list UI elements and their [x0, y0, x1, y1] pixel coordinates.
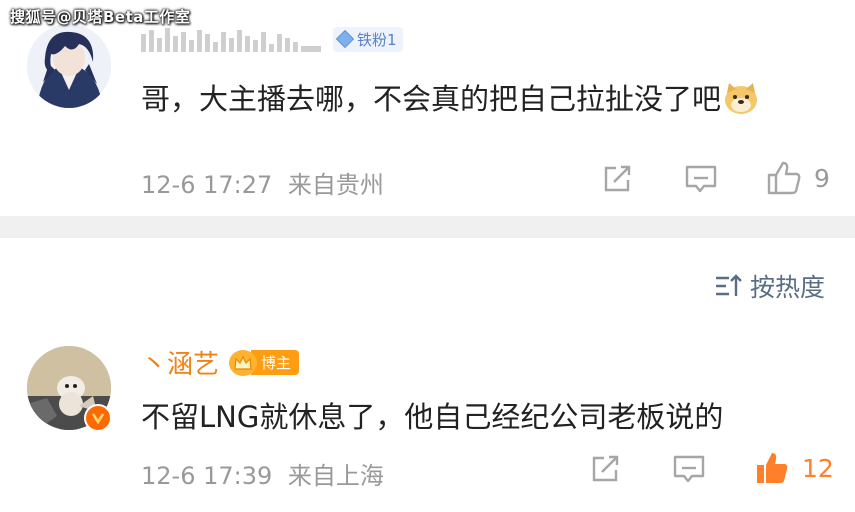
- doge-emoji-icon: [723, 81, 759, 122]
- share-button[interactable]: [602, 164, 634, 194]
- username-row: 丶涵艺 博主: [141, 344, 300, 381]
- username-row: 铁粉1: [141, 26, 403, 52]
- reply-button[interactable]: [684, 164, 718, 194]
- fan-badge[interactable]: 铁粉1: [333, 26, 403, 52]
- watermark: 搜狐号@贝塔Beta工作室: [10, 8, 191, 26]
- comment-item: 丶涵艺 博主 不留LNG就休息了，他自己经纪公司老板说的 12-6 17:39 …: [0, 330, 855, 512]
- verified-badge: [84, 404, 112, 432]
- blogger-badge-label: 博主: [251, 350, 300, 375]
- comment-item: 铁粉1 哥，大主播去哪，不会真的把自己拉扯没了吧 12-6 17:27 来自贵州: [0, 0, 855, 216]
- sort-button[interactable]: 按热度: [714, 268, 825, 304]
- like-button[interactable]: 9: [766, 160, 830, 196]
- comment-time: 12-6 17:39: [141, 462, 273, 490]
- reply-button[interactable]: [672, 454, 706, 484]
- share-icon: [604, 165, 631, 192]
- blogger-badge[interactable]: 博主: [229, 349, 300, 376]
- comment-icon: [685, 165, 717, 193]
- like-count: 12: [802, 453, 834, 483]
- crown-icon: [229, 349, 258, 376]
- share-button[interactable]: [590, 454, 622, 484]
- sort-icon: [715, 274, 742, 296]
- sort-label: 按热度: [749, 273, 825, 302]
- avatar[interactable]: [27, 24, 111, 108]
- comment-text: 哥，大主播去哪，不会真的把自己拉扯没了吧: [141, 76, 759, 122]
- thumbs-up-filled-icon: [757, 453, 788, 483]
- comment-text: 不留LNG就休息了，他自己经纪公司老板说的: [141, 400, 724, 434]
- diamond-icon: [335, 29, 355, 49]
- fan-badge-label: 铁粉1: [357, 30, 397, 49]
- comment-meta: 12-6 17:39 来自上海: [141, 456, 384, 491]
- username[interactable]: 丶涵艺: [141, 344, 219, 381]
- section-divider: [0, 216, 855, 238]
- comment-time: 12-6 17:27: [141, 171, 273, 199]
- like-button[interactable]: 12: [754, 450, 834, 486]
- comment-location: 来自上海: [287, 462, 384, 490]
- thumbs-up-icon: [767, 161, 801, 195]
- share-icon: [592, 455, 619, 482]
- blurred-username[interactable]: [141, 26, 321, 52]
- comment-meta: 12-6 17:27 来自贵州: [141, 165, 384, 200]
- like-count: 9: [814, 163, 830, 193]
- comment-location: 来自贵州: [287, 171, 384, 199]
- vip-v-icon: [91, 413, 105, 424]
- comment-icon: [673, 455, 705, 483]
